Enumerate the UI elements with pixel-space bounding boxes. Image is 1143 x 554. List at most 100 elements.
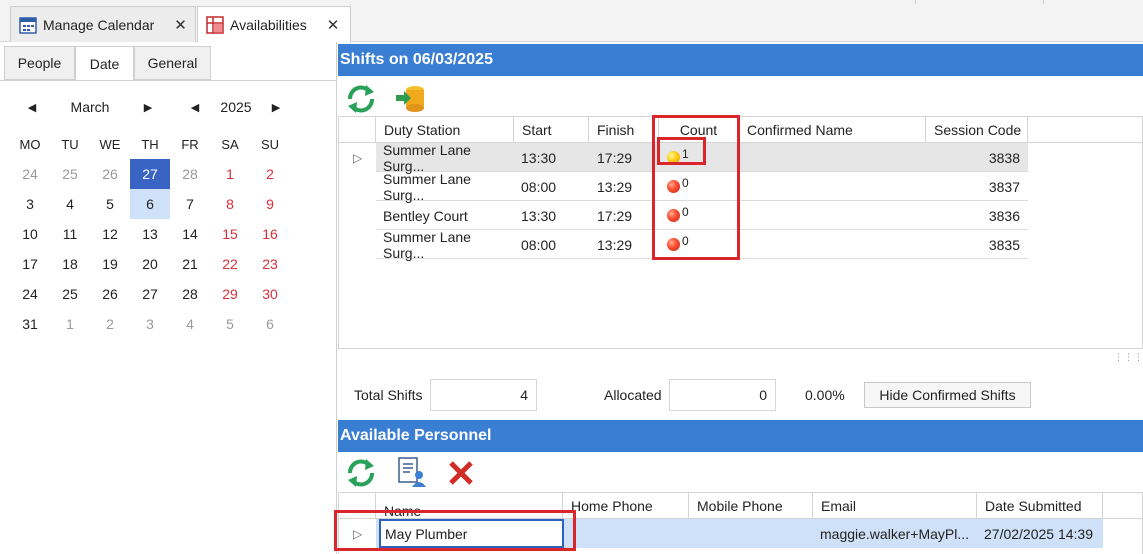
column-header-finish[interactable]: Finish (589, 117, 659, 143)
row-indicator-header (339, 117, 376, 143)
calendar-day[interactable]: 18 (50, 249, 90, 279)
calendar-day[interactable]: 6 (250, 309, 290, 339)
calendar-day-today[interactable]: 27 (130, 159, 170, 189)
calendar-day[interactable]: 10 (10, 219, 50, 249)
cell-duty-station: Summer Lane Surg... (383, 228, 471, 261)
cell-duty-station: Summer Lane Surg... (383, 170, 471, 203)
cell-finish: 17:29 (597, 207, 633, 224)
calendar-day[interactable]: 9 (250, 189, 290, 219)
calendar-day[interactable]: 30 (250, 279, 290, 309)
calendar-day[interactable]: 12 (90, 219, 130, 249)
cell-start: 08:00 (521, 236, 557, 253)
prev-month-button[interactable]: ◀ (22, 96, 42, 118)
calendar-day[interactable]: 23 (250, 249, 290, 279)
calendar-day[interactable]: 19 (90, 249, 130, 279)
calendar-day-selected[interactable]: 6 (130, 189, 170, 219)
sub-tab-divider (0, 80, 336, 81)
allocated-label: Allocated (604, 387, 662, 403)
calendar-day[interactable]: 25 (50, 279, 90, 309)
calendar-day[interactable]: 28 (170, 279, 210, 309)
calendar-day[interactable]: 13 (130, 219, 170, 249)
calendar-week: 24 25 26 27 28 29 30 (10, 279, 292, 309)
personnel-details-icon[interactable] (396, 456, 428, 488)
sub-tab-date[interactable]: Date (75, 46, 134, 81)
delete-icon[interactable] (447, 459, 475, 487)
calendar-day[interactable]: 5 (210, 309, 250, 339)
row-expand-icon[interactable]: ▷ (353, 143, 373, 172)
column-header-confirmed-name[interactable]: Confirmed Name (739, 117, 926, 143)
calendar-day[interactable]: 3 (10, 189, 50, 219)
shifts-grid: Duty Station Start Finish Count Confirme… (338, 116, 1143, 349)
calendar-day[interactable]: 11 (50, 219, 90, 249)
weekday-header-row: MO TU WE TH FR SA SU (10, 129, 292, 159)
sub-tab-general[interactable]: General (134, 46, 211, 80)
calendar-day[interactable]: 3 (130, 309, 170, 339)
calendar-day[interactable]: 1 (50, 309, 90, 339)
weekday-label: MO (19, 136, 41, 152)
calendar-day[interactable]: 2 (90, 309, 130, 339)
calendar-day[interactable]: 20 (130, 249, 170, 279)
calendar-day[interactable]: 24 (10, 159, 50, 189)
calendar-day[interactable]: 22 (210, 249, 250, 279)
year-label[interactable]: 2025 (214, 96, 258, 118)
column-header-home-phone[interactable]: Home Phone (563, 493, 689, 519)
prev-year-button[interactable]: ◀ (185, 96, 205, 118)
refresh-icon[interactable] (344, 83, 378, 115)
calendar-day[interactable]: 16 (250, 219, 290, 249)
calendar-day[interactable]: 2 (250, 159, 290, 189)
calendar-day[interactable]: 17 (10, 249, 50, 279)
cell-duty-station: Summer Lane Surg... (383, 141, 471, 174)
calendar-day[interactable]: 24 (10, 279, 50, 309)
column-header-mobile-phone[interactable]: Mobile Phone (689, 493, 813, 519)
close-icon[interactable]: ✕ (174, 16, 187, 34)
resize-grip-icon[interactable]: ⋮⋮⋮ (1114, 352, 1143, 362)
calendar-day[interactable]: 5 (90, 189, 130, 219)
cell-duty-station: Bentley Court (383, 207, 468, 224)
calendar-day[interactable]: 25 (50, 159, 90, 189)
next-year-button[interactable]: ▶ (266, 96, 286, 118)
calendar-week: 24 25 26 27 28 1 2 (10, 159, 292, 189)
calendar-day[interactable]: 28 (170, 159, 210, 189)
column-header-start[interactable]: Start (514, 117, 589, 143)
calendar-day[interactable]: 21 (170, 249, 210, 279)
hide-confirmed-shifts-button[interactable]: Hide Confirmed Shifts (864, 382, 1031, 408)
calendar-day[interactable]: 4 (50, 189, 90, 219)
tab-label: Availabilities (230, 17, 307, 33)
cell-finish: 17:29 (597, 149, 633, 166)
calendar-day[interactable]: 14 (170, 219, 210, 249)
column-header-session-code[interactable]: Session Code (926, 117, 1028, 143)
tab-availabilities[interactable]: Availabilities ✕ (197, 6, 351, 43)
calendar-day[interactable]: 4 (170, 309, 210, 339)
tab-manage-calendar[interactable]: Manage Calendar ✕ (10, 6, 196, 42)
close-icon[interactable]: ✕ (327, 16, 340, 34)
name-cell-highlight (334, 510, 576, 551)
cell-session-code: 3836 (988, 207, 1020, 224)
weekday-label: FR (181, 136, 199, 152)
next-month-button[interactable]: ▶ (138, 96, 158, 118)
column-header-duty-station[interactable]: Duty Station (376, 117, 514, 143)
date-picker-panel: People Date General ◀ March ▶ ◀ 2025 ▶ M… (0, 42, 337, 554)
cell-session-code: 3838 (988, 149, 1020, 166)
availability-grid-icon (206, 16, 224, 34)
allocated-percent: 0.00% (805, 387, 845, 403)
calendar-day[interactable]: 26 (90, 159, 130, 189)
calendar-day[interactable]: 1 (210, 159, 250, 189)
column-header-email[interactable]: Email (813, 493, 977, 519)
calendar-day[interactable]: 15 (210, 219, 250, 249)
cell-email: maggie.walker+MayPl... (820, 525, 970, 542)
calendar-day[interactable]: 8 (210, 189, 250, 219)
calendar-day[interactable]: 7 (170, 189, 210, 219)
calendar-day[interactable]: 26 (90, 279, 130, 309)
export-database-icon[interactable] (394, 84, 428, 114)
cell-date-submitted: 27/02/2025 14:39 (984, 525, 1093, 542)
cell-start: 13:30 (521, 207, 557, 224)
calendar-day[interactable]: 29 (210, 279, 250, 309)
month-label[interactable]: March (58, 96, 122, 118)
sub-tab-people[interactable]: People (4, 46, 75, 80)
refresh-icon[interactable] (344, 457, 378, 489)
count-cell-highlight (657, 137, 706, 165)
calendar-week: 31 1 2 3 4 5 6 (10, 309, 292, 339)
calendar-day[interactable]: 27 (130, 279, 170, 309)
column-header-date-submitted[interactable]: Date Submitted (977, 493, 1103, 519)
calendar-day[interactable]: 31 (10, 309, 50, 339)
